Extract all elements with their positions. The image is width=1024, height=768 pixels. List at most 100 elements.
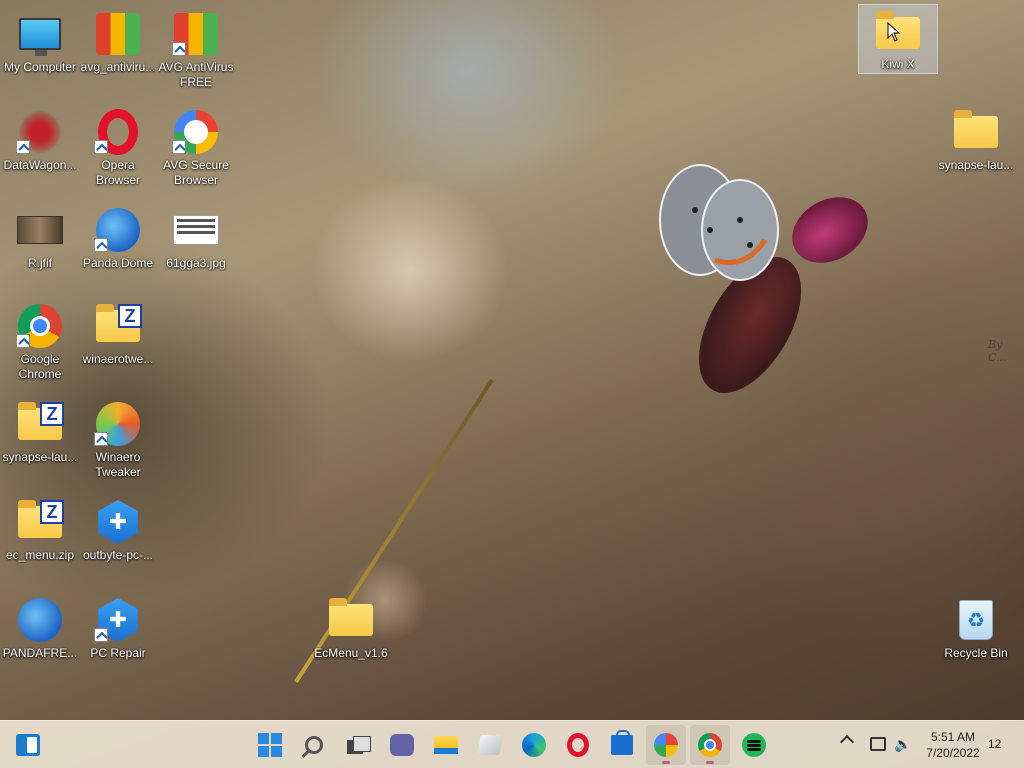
wallpaper-signature: By C... bbox=[988, 338, 1007, 364]
opera-icon bbox=[94, 108, 142, 156]
pc-repair-icon: ✚ bbox=[94, 596, 142, 644]
desktop-icon-label: synapse-lau... bbox=[938, 158, 1014, 172]
zip-folder-icon: Z bbox=[16, 400, 64, 448]
spotify-icon bbox=[742, 733, 766, 757]
taskbar-search-button[interactable] bbox=[294, 725, 334, 765]
taskbar-opera-button[interactable] bbox=[558, 725, 598, 765]
shortcut-arrow-icon bbox=[16, 140, 30, 154]
task-view-icon bbox=[347, 736, 371, 754]
desktop-icon-label: Google Chrome bbox=[18, 352, 62, 381]
taskbar-widgets-button[interactable] bbox=[8, 725, 48, 765]
desktop-icon-avg-installer[interactable]: avg_antiviru... bbox=[78, 6, 158, 102]
winaero-icon bbox=[94, 400, 142, 448]
desktop-icon-label: My Computer bbox=[3, 60, 77, 74]
desktop-icon-label: 61gga3.jpg bbox=[166, 256, 226, 270]
desktop-icon-label: outbyte-pc-... bbox=[82, 548, 154, 562]
folder-icon bbox=[952, 108, 1000, 156]
shortcut-arrow-icon bbox=[94, 628, 108, 642]
taskbar-notepad-button[interactable] bbox=[470, 725, 510, 765]
zip-folder-icon: Z bbox=[16, 498, 64, 546]
desktop-icon-label: R.jfif bbox=[28, 256, 52, 270]
photo-thumbnail-icon bbox=[16, 206, 64, 254]
desktop-icon-opera[interactable]: Opera Browser bbox=[78, 104, 158, 200]
desktop-icon-label: Panda Dome bbox=[82, 256, 154, 270]
desktop-icon-pandafree-installer[interactable]: PANDAFRE... bbox=[0, 592, 80, 688]
desktop-icon-label: ec_menu.zip bbox=[5, 548, 75, 562]
desktop-icon-ec-menu-zip[interactable]: Z ec_menu.zip bbox=[0, 494, 80, 590]
clock-date: 7/20/2022 bbox=[926, 746, 980, 760]
recycle-bin-icon: ♻ bbox=[952, 596, 1000, 644]
zip-folder-icon: Z bbox=[94, 302, 142, 350]
tray-overflow-chevron-icon[interactable] bbox=[839, 734, 855, 750]
desktop-icon-label: PANDAFRE... bbox=[2, 646, 78, 660]
wallpaper-butterfly bbox=[659, 164, 779, 281]
opera-icon bbox=[567, 733, 589, 757]
desktop-icon-panda-dome[interactable]: Panda Dome bbox=[78, 202, 158, 298]
taskbar-teams-chat-button[interactable] bbox=[382, 725, 422, 765]
panda-installer-icon bbox=[16, 596, 64, 644]
desktop-icon-r-jfif[interactable]: R.jfif bbox=[0, 202, 80, 298]
desktop-icon-label: avg_antiviru... bbox=[80, 60, 156, 74]
desktop-icon-winaero-tweaker[interactable]: Winaero Tweaker bbox=[78, 396, 158, 492]
taskbar-task-view-button[interactable] bbox=[338, 725, 378, 765]
taskbar-start-button[interactable] bbox=[250, 725, 290, 765]
tray-clock[interactable]: 5:51 AM 7/20/2022 bbox=[920, 729, 986, 761]
desktop-icon-label: Winaero Tweaker bbox=[95, 450, 141, 479]
panda-dome-icon bbox=[94, 206, 142, 254]
windows-logo-icon bbox=[258, 733, 282, 757]
desktop-icon-label: AVG Secure Browser bbox=[163, 158, 229, 187]
taskbar-store-button[interactable] bbox=[602, 725, 642, 765]
desktop-icon-label: Kiwi X bbox=[881, 57, 915, 71]
desktop-icon-ecmenu-folder[interactable]: EcMenu_v1.6 bbox=[311, 592, 391, 688]
wallpaper-flower-petals bbox=[780, 184, 880, 276]
installer-box-icon bbox=[94, 10, 142, 58]
desktop-icon-label: DataWagon... bbox=[3, 158, 77, 172]
desktop-icon-pc-repair[interactable]: ✚ PC Repair bbox=[78, 592, 158, 688]
computer-icon bbox=[16, 10, 64, 58]
notification-count-badge[interactable]: 12 bbox=[988, 737, 1001, 751]
widgets-icon bbox=[16, 734, 40, 756]
folder-icon bbox=[327, 596, 375, 644]
desktop-icon-winaerotweaker-zip[interactable]: Z winaerotwe... bbox=[78, 298, 158, 394]
taskbar-avg-secure-browser-button[interactable] bbox=[646, 725, 686, 765]
search-icon bbox=[305, 736, 323, 754]
avg-secure-browser-icon bbox=[654, 733, 678, 757]
folder-icon bbox=[434, 736, 458, 754]
desktop-icon-avg-antivirus[interactable]: AVG AntiVirus FREE bbox=[156, 6, 236, 102]
desktop-icon-synapse-folder[interactable]: synapse-lau... bbox=[936, 104, 1016, 200]
desktop-icon-label: synapse-lau... bbox=[2, 450, 78, 464]
clock-time: 5:51 AM bbox=[930, 730, 976, 744]
desktop-icon-synapse-zip[interactable]: Z synapse-lau... bbox=[0, 396, 80, 492]
desktop-icon-datawagon[interactable]: DataWagon... bbox=[0, 104, 80, 200]
desktop-icon-label: EcMenu_v1.6 bbox=[314, 646, 388, 660]
desktop-icon-avg-secure-browser[interactable]: AVG Secure Browser bbox=[156, 104, 236, 200]
shortcut-arrow-icon bbox=[94, 432, 108, 446]
desktop-icon-google-chrome[interactable]: Google Chrome bbox=[0, 298, 80, 394]
document-image-icon bbox=[172, 206, 220, 254]
taskbar-chrome-button[interactable] bbox=[690, 725, 730, 765]
desktop-icon-recycle-bin[interactable]: ♻ Recycle Bin bbox=[936, 592, 1016, 688]
chrome-icon bbox=[16, 302, 64, 350]
avg-secure-browser-icon bbox=[172, 108, 220, 156]
pc-repair-icon: ✚ bbox=[94, 498, 142, 546]
desktop-icon-61gga3[interactable]: 61gga3.jpg bbox=[156, 202, 236, 298]
mouse-cursor-icon bbox=[887, 22, 901, 42]
notepad-icon bbox=[477, 735, 503, 755]
teams-icon bbox=[390, 734, 414, 756]
taskbar-file-explorer-button[interactable] bbox=[426, 725, 466, 765]
shortcut-arrow-icon bbox=[172, 140, 186, 154]
desktop-icon-my-computer[interactable]: My Computer bbox=[0, 6, 80, 102]
chrome-icon bbox=[698, 733, 722, 757]
desktop-icon-label: Recycle Bin bbox=[944, 646, 1008, 660]
avg-antivirus-icon bbox=[172, 10, 220, 58]
taskbar-edge-button[interactable] bbox=[514, 725, 554, 765]
shortcut-arrow-icon bbox=[94, 140, 108, 154]
taskbar-spotify-button[interactable] bbox=[734, 725, 774, 765]
desktop-icon-label: winaerotwe... bbox=[82, 352, 154, 366]
desktop-icon-outbyte-pc[interactable]: ✚ outbyte-pc-... bbox=[78, 494, 158, 590]
network-icon[interactable] bbox=[870, 737, 886, 751]
shortcut-arrow-icon bbox=[172, 42, 186, 56]
volume-icon[interactable]: 🔈 bbox=[894, 736, 911, 752]
shortcut-arrow-icon bbox=[16, 334, 30, 348]
shortcut-arrow-icon bbox=[94, 238, 108, 252]
